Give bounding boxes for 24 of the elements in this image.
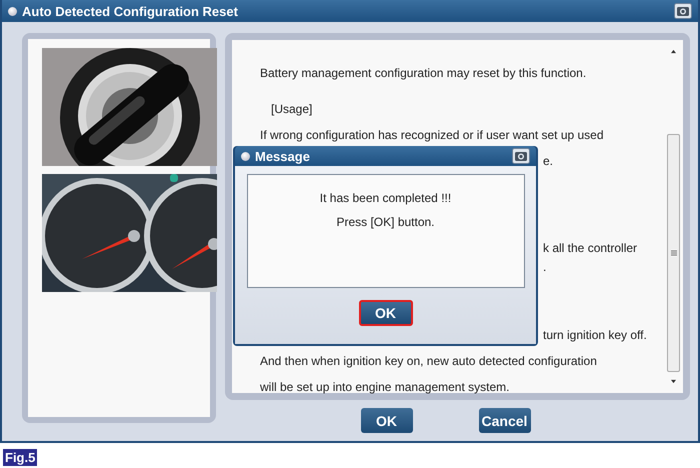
message-text: It has been completed !!! [320,191,452,205]
ok-button[interactable]: OK [360,408,412,433]
dialog-title: Message [255,148,311,164]
scroll-up-icon[interactable] [670,49,677,54]
description-text: will be set up into engine management system. [260,380,510,394]
window-icon [8,6,17,16]
cancel-button[interactable]: Cancel [478,408,530,433]
camera-icon[interactable] [674,3,692,19]
description-text: turn ignition key off. [543,328,647,342]
scroll-down-icon[interactable] [670,379,677,384]
description-text: k all the controller [543,241,638,255]
description-text: e. [543,154,554,168]
window-title: Auto Detected Configuration Reset [22,4,239,18]
description-text: And then when ignition key on, new auto detected configuration [260,354,597,368]
ok-button[interactable]: OK [358,300,412,326]
figure-label: Fig.5 [3,449,38,466]
message-text: Press [OK] button. [336,215,435,229]
description-text: If wrong configuration has recognized or if user want set up used [260,128,604,142]
window-icon [241,152,250,160]
description-text: . [543,260,546,274]
description-text: [Usage] [271,102,312,116]
camera-icon[interactable] [512,148,530,164]
description-text: Battery management configuration may reset by this function. [260,66,586,80]
scrollbar-thumb[interactable] [667,134,680,372]
